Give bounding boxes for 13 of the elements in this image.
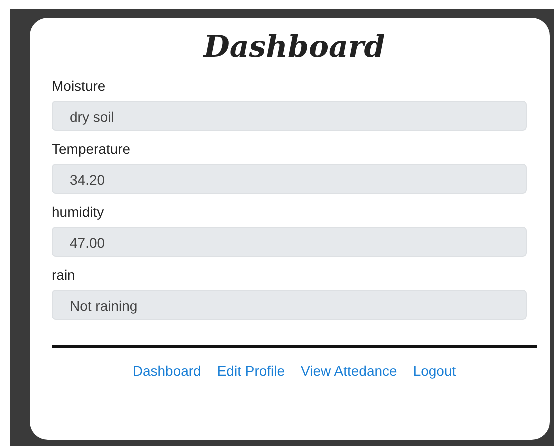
readonly-field[interactable]: 47.00 xyxy=(52,227,527,257)
nav-link[interactable]: View Attedance xyxy=(301,363,398,379)
readonly-field[interactable]: Not raining xyxy=(52,290,527,320)
nav-link[interactable]: Dashboard xyxy=(132,363,202,379)
field-label: Temperature xyxy=(52,141,132,157)
nav-link[interactable]: Edit Profile xyxy=(217,363,286,379)
field-label: humidity xyxy=(52,204,106,220)
field-label: rain xyxy=(52,267,76,283)
readonly-field[interactable]: 34.20 xyxy=(52,164,527,194)
page-title: Dashboard xyxy=(202,29,386,67)
readonly-field[interactable]: dry soil xyxy=(52,101,527,131)
nav-link[interactable]: Logout xyxy=(413,363,456,379)
field-label: Moisture xyxy=(52,78,107,94)
